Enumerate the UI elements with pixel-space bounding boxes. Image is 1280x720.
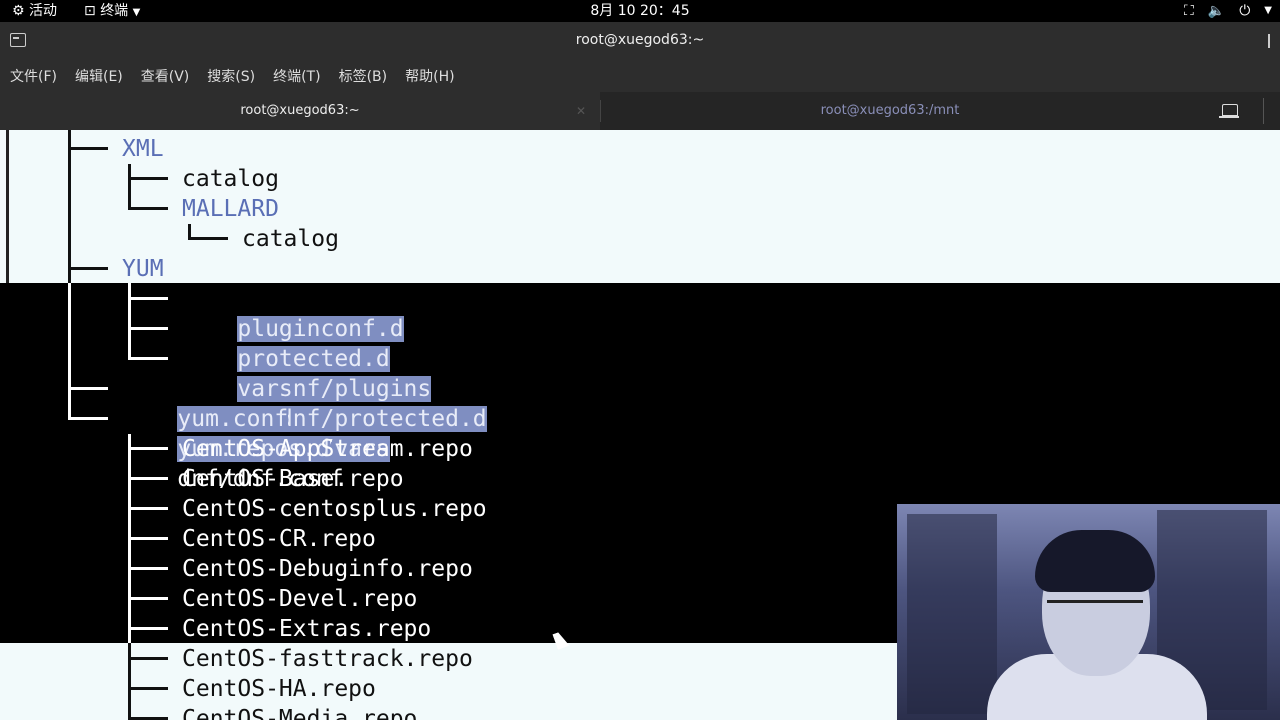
menu-help[interactable]: 帮助(H) bbox=[405, 66, 454, 86]
tree-entry: CentOS-Base.repo bbox=[182, 466, 404, 492]
tab-label: root@xuegod63:/mnt bbox=[820, 103, 960, 118]
tree-entry: CentOS-centosplus.repo bbox=[182, 496, 487, 522]
tree-entry: CentOS-AppStream.repo bbox=[182, 436, 473, 462]
close-icon[interactable]: ✕ bbox=[576, 92, 586, 130]
tree-entry: CentOS-fasttrack.repo bbox=[182, 646, 473, 672]
menu-terminal[interactable]: 终端(T) bbox=[273, 66, 320, 86]
tree-entry: yum.repos.d bbox=[122, 404, 330, 462]
menu-file[interactable]: 文件(F) bbox=[10, 66, 57, 86]
glasses bbox=[1047, 600, 1143, 617]
tree-entry-symlink: vars -> ../dnf/vars bbox=[182, 344, 390, 462]
tree-line bbox=[128, 657, 168, 660]
tab-home[interactable]: root@xuegod63:~ ✕ bbox=[0, 92, 600, 130]
bookshelf bbox=[907, 514, 997, 714]
new-tab-icon[interactable] bbox=[1219, 104, 1239, 118]
scroll-edge bbox=[6, 130, 9, 283]
window-title: root@xuegod63:~ bbox=[575, 32, 705, 48]
menu-tabs[interactable]: 标签(B) bbox=[339, 66, 388, 86]
window-edge bbox=[1268, 34, 1280, 48]
tree-entry: CentOS-Extras.repo bbox=[182, 616, 432, 642]
power-icon[interactable]: ⏻ bbox=[1239, 2, 1250, 20]
menu-bar: 文件(F) 编辑(E) 查看(V) 搜索(S) 终端(T) 标签(B) 帮助(H… bbox=[0, 60, 1280, 92]
tree-line bbox=[68, 130, 71, 283]
window-title-bar[interactable]: root@xuegod63:~ bbox=[0, 22, 1280, 60]
tree-entry: XML bbox=[122, 136, 164, 162]
tree-entry-symlink: yum.conf -> dnf/dnf.conf bbox=[122, 374, 344, 492]
tree-line bbox=[128, 357, 168, 360]
webcam-overlay bbox=[897, 504, 1280, 720]
tree-entry: catalog bbox=[182, 166, 279, 192]
top-bar: ⚙ 活动 ⊡ 终端 ▼ 8月 10 20：45 ⛶ 🔈 ⏻ ▼ bbox=[0, 0, 1280, 22]
tree-entry: MALLARD bbox=[182, 196, 279, 222]
tree-entry-symlink: protected.d -> ../dnf/protected.d bbox=[182, 314, 487, 432]
chevron-down-icon[interactable]: ▼ bbox=[1264, 2, 1272, 20]
presenter-hair bbox=[1035, 530, 1155, 592]
tree-entry: CentOS-Devel.repo bbox=[182, 586, 418, 612]
tree-line bbox=[68, 267, 108, 270]
volume-icon[interactable]: 🔈 bbox=[1208, 2, 1225, 20]
tree-entry: YUM bbox=[122, 256, 164, 282]
tab-label: root@xuegod63:~ bbox=[240, 103, 360, 118]
tree-line bbox=[128, 283, 131, 360]
tree-line bbox=[68, 147, 108, 150]
tree-entry: CentOS-HA.repo bbox=[182, 676, 376, 702]
tree-line bbox=[128, 297, 168, 300]
tab-mnt[interactable]: root@xuegod63:/mnt bbox=[600, 92, 1180, 130]
tree-entry-symlink: pluginconf.d -> ../dnf/plugins bbox=[182, 284, 432, 402]
tree-line bbox=[128, 537, 168, 540]
tree-entry: CentOS-Media.repo bbox=[182, 706, 418, 720]
tree-line bbox=[128, 177, 168, 180]
tree-line bbox=[128, 643, 131, 720]
tree-line bbox=[68, 283, 71, 419]
tree-line bbox=[68, 387, 108, 390]
system-tray[interactable]: ⛶ 🔈 ⏻ ▼ bbox=[1184, 2, 1272, 20]
tab-divider bbox=[1263, 98, 1264, 124]
tree-line bbox=[128, 327, 168, 330]
tree-line bbox=[128, 207, 168, 210]
tab-bar: root@xuegod63:~ ✕ root@xuegod63:/mnt bbox=[0, 92, 1280, 130]
tree-line bbox=[128, 627, 168, 630]
tree-entry: CentOS-Debuginfo.repo bbox=[182, 556, 473, 582]
tree-line bbox=[128, 567, 168, 570]
menu-view[interactable]: 查看(V) bbox=[141, 66, 190, 86]
tree-line bbox=[128, 164, 131, 210]
menu-edit[interactable]: 编辑(E) bbox=[75, 66, 123, 86]
network-icon[interactable]: ⛶ bbox=[1184, 2, 1194, 20]
tree-line bbox=[68, 417, 108, 420]
clock[interactable]: 8月 10 20：45 bbox=[0, 2, 1280, 20]
tree-entry: catalog bbox=[242, 226, 339, 252]
menu-search[interactable]: 搜索(S) bbox=[207, 66, 255, 86]
tree-entry: CentOS-CR.repo bbox=[182, 526, 376, 552]
tree-line bbox=[128, 597, 168, 600]
tree-line bbox=[128, 687, 168, 690]
tree-line bbox=[188, 237, 228, 240]
